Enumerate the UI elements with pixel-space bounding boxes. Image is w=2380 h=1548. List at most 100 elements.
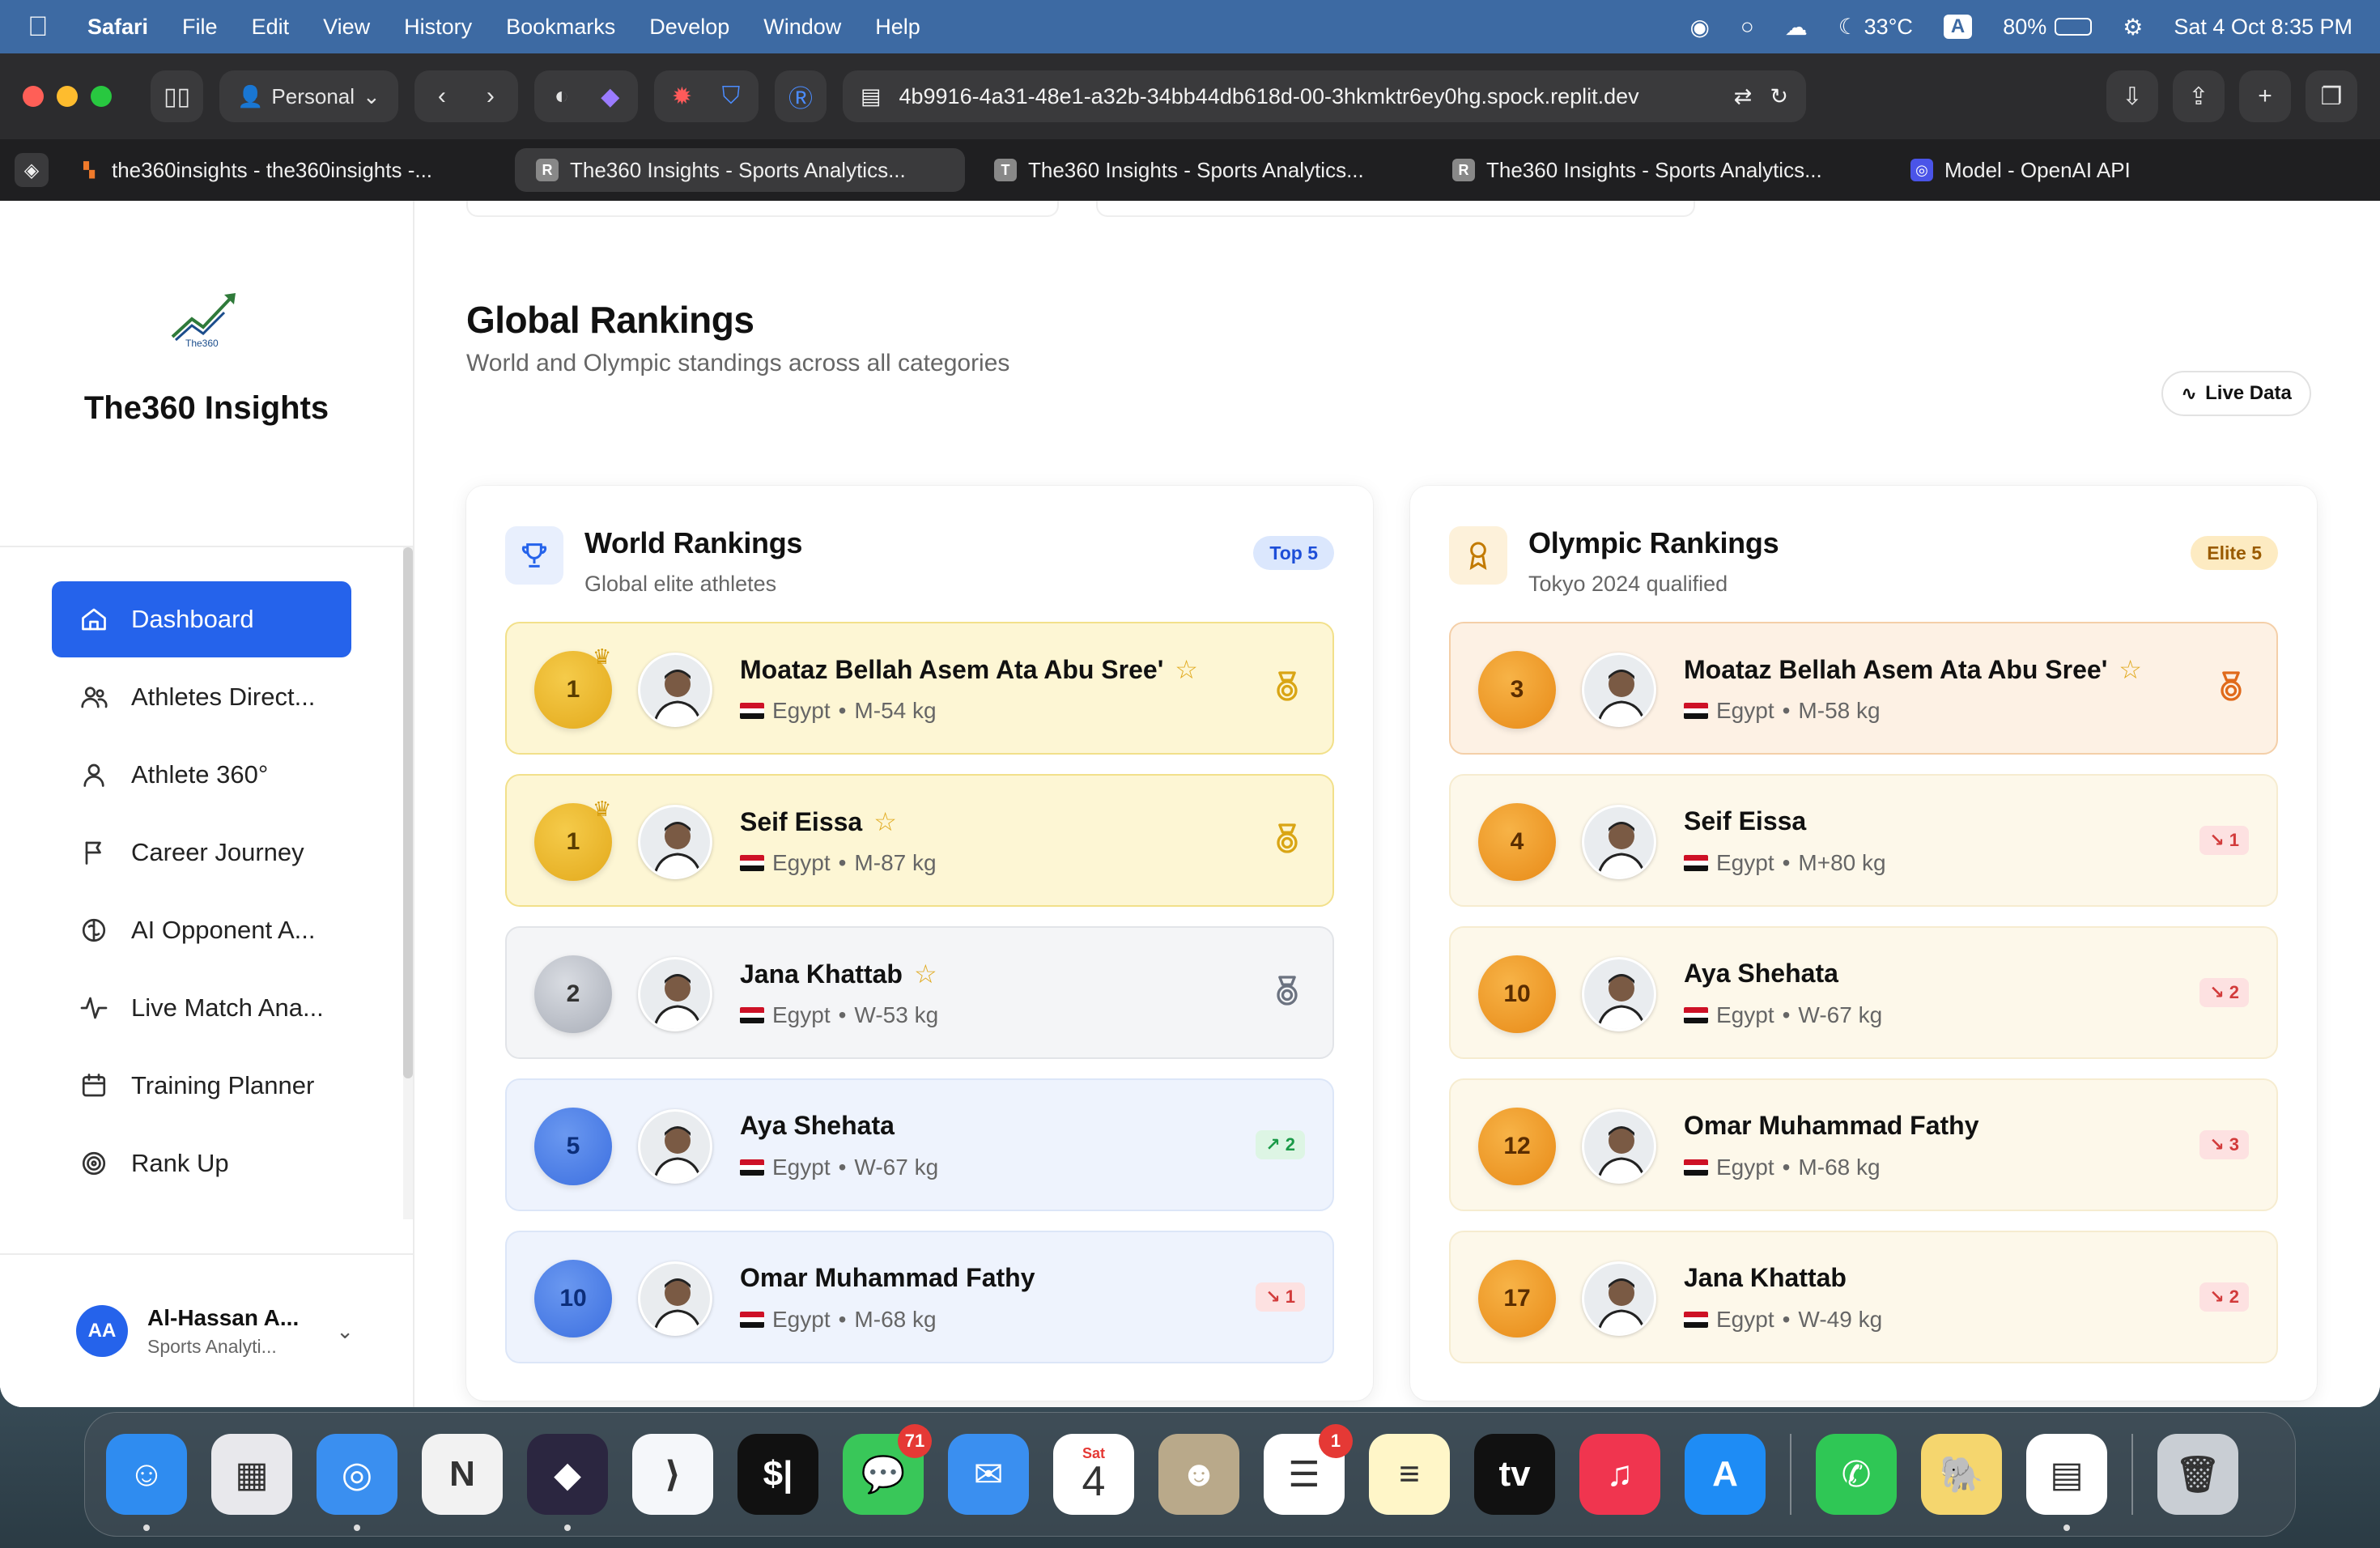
tab-1[interactable]: R The360 Insights - Sports Analytics...	[515, 148, 965, 192]
menu-help[interactable]: Help	[875, 15, 920, 40]
accessibility-icon[interactable]: ◉	[1689, 14, 1709, 40]
zoom-window-button[interactable]	[91, 86, 112, 107]
ranking-row[interactable]: 10 Omar Muhammad Fathy Egypt • M-68 kg ↘ 1	[505, 1231, 1334, 1363]
share-button[interactable]: ⇪	[2173, 70, 2225, 122]
reload-icon[interactable]: ↻	[1770, 84, 1788, 109]
extension-1password-button[interactable]: ◐	[539, 70, 584, 122]
tab-group-icon[interactable]: ◈	[15, 153, 49, 187]
dock-messages-icon[interactable]: 💬 71	[843, 1424, 932, 1515]
dock-app-store-icon[interactable]: A	[1685, 1434, 1766, 1515]
tab-4[interactable]: ◎ Model - OpenAI API	[1889, 148, 2340, 192]
menu-develop[interactable]: Develop	[649, 15, 729, 40]
live-data-button[interactable]: ∿ Live Data	[2161, 371, 2311, 416]
athlete-name[interactable]: Seif Eissa	[1684, 806, 1806, 836]
menu-file[interactable]: File	[182, 15, 218, 40]
star-icon[interactable]: ☆	[873, 806, 897, 837]
dock-vscode-icon[interactable]: ⟩	[632, 1434, 713, 1515]
ranking-row[interactable]: 3 Moataz Bellah Asem Ata Abu Sree' ☆ Egypt •…	[1449, 622, 2278, 755]
athlete-name[interactable]: Seif Eissa	[740, 807, 862, 837]
battery-status[interactable]: 80%	[2003, 15, 2093, 40]
extension-obsidian-button[interactable]: ◆	[588, 70, 633, 122]
menu-edit[interactable]: Edit	[252, 15, 290, 40]
weather-widget[interactable]: ☾ 33°C	[1838, 15, 1913, 40]
ranking-row[interactable]: 5 Aya Shehata Egypt • W-67 kg ↗ 2	[505, 1078, 1334, 1211]
dock-textedit-icon[interactable]: ▤	[2026, 1434, 2107, 1531]
star-icon[interactable]: ☆	[2119, 654, 2142, 685]
sidebar-item-ai-opponent-a[interactable]: AI Opponent A...	[52, 892, 351, 968]
dock-trash-icon[interactable]: 🗑	[2157, 1434, 2238, 1515]
athlete-name[interactable]: Aya Shehata	[740, 1111, 895, 1141]
circle-icon[interactable]: ○	[1740, 14, 1754, 40]
menu-view[interactable]: View	[323, 15, 370, 40]
downloads-button[interactable]: ⇩	[2106, 70, 2158, 122]
menu-app-name[interactable]: Safari	[87, 15, 148, 40]
close-window-button[interactable]	[23, 86, 44, 107]
ranking-row[interactable]: 12 Omar Muhammad Fathy Egypt • M-68 kg ↘ 3	[1449, 1078, 2278, 1211]
sidebar-item-career-journey[interactable]: Career Journey	[52, 814, 351, 891]
ranking-row[interactable]: 1 ♛ Seif Eissa ☆ Egypt • M-87 kg	[505, 774, 1334, 907]
athlete-name[interactable]: Moataz Bellah Asem Ata Abu Sree'	[740, 655, 1163, 685]
dock-music-icon[interactable]: ♫	[1579, 1434, 1660, 1515]
sidebar-item-athletes-direct[interactable]: Athletes Direct...	[52, 659, 351, 735]
athlete-name[interactable]: Moataz Bellah Asem Ata Abu Sree'	[1684, 655, 2107, 685]
dock-obsidian-icon[interactable]: ◆	[527, 1434, 608, 1531]
athlete-name[interactable]: Jana Khattab	[1684, 1263, 1847, 1293]
back-button[interactable]: ‹	[419, 70, 465, 122]
sidebar-item-rank-up[interactable]: Rank Up	[52, 1125, 351, 1201]
dock-notes-icon[interactable]: ≡	[1369, 1434, 1450, 1515]
dock-notion-icon[interactable]: N	[422, 1434, 503, 1515]
menu-history[interactable]: History	[404, 15, 472, 40]
page-menu-icon[interactable]: ▤	[861, 84, 882, 109]
cloud-icon[interactable]: ☁	[1785, 14, 1808, 40]
star-icon[interactable]: ☆	[914, 959, 937, 989]
dock-tableplus-icon[interactable]: 🐘	[1921, 1434, 2002, 1515]
athlete-country: Egypt	[772, 1155, 831, 1180]
athlete-name[interactable]: Jana Khattab	[740, 959, 903, 989]
forward-button[interactable]: ›	[468, 70, 513, 122]
dock-safari-icon[interactable]: ◎	[317, 1434, 397, 1531]
input-source[interactable]: A	[1943, 15, 1973, 39]
sidebar-item-athlete-360[interactable]: Athlete 360°	[52, 737, 351, 813]
new-tab-button[interactable]: +	[2239, 70, 2291, 122]
extension-r-button[interactable]: Ⓡ	[774, 70, 827, 122]
star-icon[interactable]: ☆	[1175, 654, 1198, 685]
dock-whatsapp-icon[interactable]: ✆	[1816, 1434, 1897, 1515]
dock-terminal-icon[interactable]: $|	[737, 1434, 818, 1515]
athlete-name[interactable]: Omar Muhammad Fathy	[740, 1263, 1035, 1293]
athlete-name[interactable]: Omar Muhammad Fathy	[1684, 1111, 1979, 1141]
sidebar-item-live-match-ana[interactable]: Live Match Ana...	[52, 970, 351, 1046]
dock-reminders-icon[interactable]: ☰ 1	[1264, 1424, 1353, 1515]
sidebar-toggle-button[interactable]: ▯▯	[151, 70, 204, 122]
control-center-icon[interactable]: ⚙	[2123, 14, 2143, 40]
extension-shield-button[interactable]: ⛉	[708, 70, 754, 122]
menu-window[interactable]: Window	[763, 15, 841, 40]
dock-launchpad-icon[interactable]: ▦	[211, 1434, 292, 1515]
sidebar-scrollbar[interactable]	[403, 547, 413, 1078]
profile-button[interactable]: 👤 Personal ⌄	[219, 70, 398, 122]
tab-2[interactable]: T The360 Insights - Sports Analytics...	[973, 148, 1423, 192]
dock-mail-icon[interactable]: ✉	[948, 1434, 1029, 1515]
ranking-row[interactable]: 1 ♛ Moataz Bellah Asem Ata Abu Sree' ☆ Egypt…	[505, 622, 1334, 755]
translate-icon[interactable]: ⇄	[1734, 84, 1753, 109]
minimize-window-button[interactable]	[57, 86, 78, 107]
ranking-row[interactable]: 2 Jana Khattab ☆ Egypt • W-53 kg	[505, 926, 1334, 1059]
extension-bug-button[interactable]: ✹	[659, 70, 705, 122]
sidebar-item-training-planner[interactable]: Training Planner	[52, 1048, 351, 1124]
clock[interactable]: Sat 4 Oct 8:35 PM	[2174, 15, 2352, 40]
dock-contacts-icon[interactable]: ☻	[1158, 1434, 1239, 1515]
apple-icon[interactable]: 	[28, 13, 52, 40]
tab-3[interactable]: R The360 Insights - Sports Analytics...	[1431, 148, 1881, 192]
tab-0[interactable]: ▚ the360insights - the360insights -...	[57, 148, 507, 192]
ranking-row[interactable]: 17 Jana Khattab Egypt • W-49 kg ↘ 2	[1449, 1231, 2278, 1363]
ranking-row[interactable]: 10 Aya Shehata Egypt • W-67 kg ↘ 2	[1449, 926, 2278, 1059]
athlete-name[interactable]: Aya Shehata	[1684, 959, 1838, 989]
dock-calendar-icon[interactable]: Sat 4	[1053, 1434, 1134, 1515]
dock-finder-icon[interactable]: ☺	[106, 1434, 187, 1531]
dock-tv-icon[interactable]: tv	[1474, 1434, 1555, 1515]
tab-overview-button[interactable]: ❐	[2306, 70, 2357, 122]
sidebar-item-dashboard[interactable]: Dashboard	[52, 581, 351, 657]
user-menu[interactable]: AA Al-Hassan A... Sports Analyti... ⌄	[0, 1253, 413, 1407]
ranking-row[interactable]: 4 Seif Eissa Egypt • M+80 kg ↘ 1	[1449, 774, 2278, 907]
address-bar[interactable]: ▤ 4b9916-4a31-48e1-a32b-34bb44db618d-00-…	[842, 70, 1806, 122]
menu-bookmarks[interactable]: Bookmarks	[506, 15, 615, 40]
